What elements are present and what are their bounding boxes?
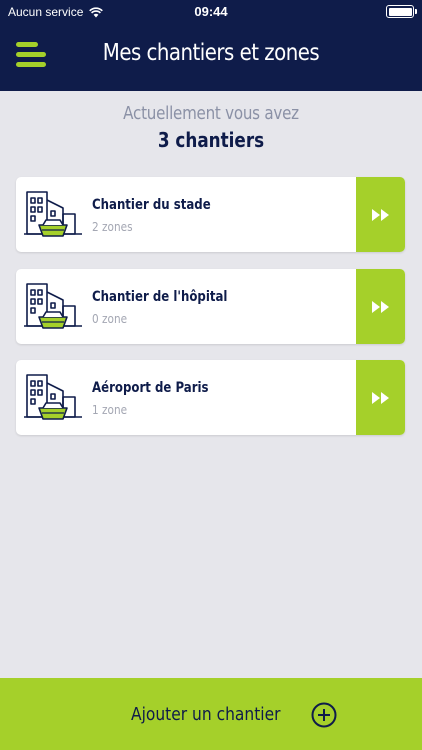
add-site-label: Ajouter un chantier [131,704,281,725]
summary-caption: Actuellement vous avez [123,103,299,124]
site-card-stade[interactable]: Chantier du stade 2 zones [16,177,405,252]
sites-summary: Actuellement vous avez 3 chantiers [0,103,422,152]
site-name: Chantier de l'hôpital [92,289,228,305]
battery-icon [386,5,417,18]
building-site-icon [24,191,82,237]
site-zone-count: 2 zones [92,219,133,234]
hamburger-menu-icon[interactable] [16,41,48,69]
fast-forward-icon [371,300,389,313]
app-header: Aucun service 09:44 Mes chantiers et zon… [0,0,422,91]
site-zone-count: 1 zone [92,402,128,417]
site-zone-count: 0 zone [92,311,128,326]
site-card-hopital[interactable]: Chantier de l'hôpital 0 zone [16,269,405,344]
fast-forward-icon [371,208,389,221]
plus-circle-icon [311,702,337,728]
fast-forward-icon [371,391,389,404]
site-name: Chantier du stade [92,197,211,213]
page-title: Mes chantiers et zones [102,40,320,66]
open-site-button[interactable] [356,360,405,435]
open-site-button[interactable] [356,177,405,252]
open-site-button[interactable] [356,269,405,344]
summary-count: 3 chantiers [157,128,265,152]
status-bar: Aucun service 09:44 [0,0,422,24]
building-site-icon [24,283,82,329]
site-card-aeroport[interactable]: Aéroport de Paris 1 zone [16,360,405,435]
status-time: 09:44 [194,4,228,19]
site-name: Aéroport de Paris [92,380,209,396]
add-site-button[interactable]: Ajouter un chantier [0,678,422,750]
building-site-icon [24,374,82,420]
